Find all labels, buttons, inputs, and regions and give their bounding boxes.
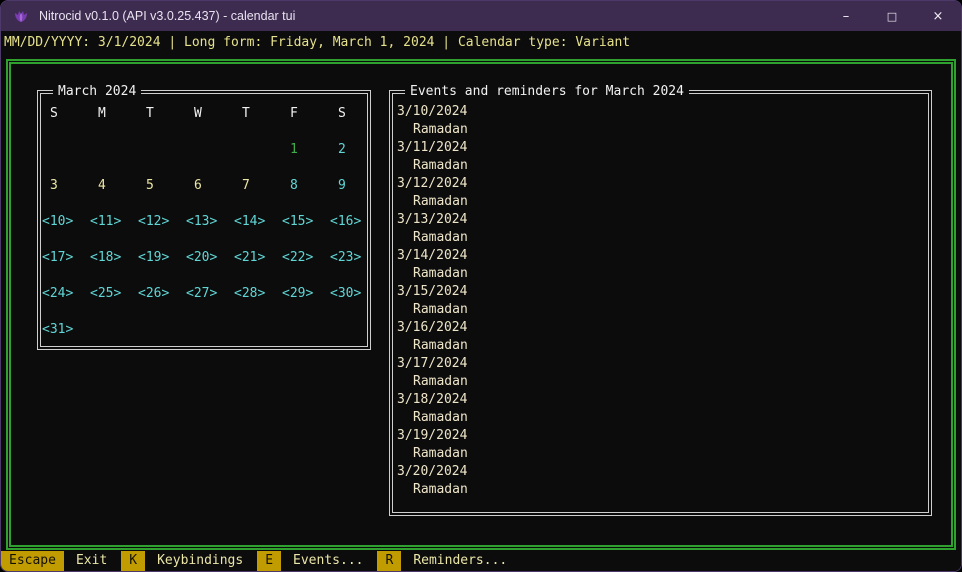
keybinding-key-e[interactable]: E [257, 551, 281, 571]
event-name: Ramadan [397, 193, 928, 211]
calendar-day[interactable]: <14> [234, 204, 282, 240]
calendar-day[interactable]: 2 [330, 132, 378, 168]
calendar-day[interactable]: <28> [234, 276, 282, 312]
event-date: 3/15/2024 [397, 283, 928, 301]
calendar-day[interactable]: 1 [282, 132, 330, 168]
window-controls: – □ × [823, 1, 961, 31]
calendar-day[interactable]: <16> [330, 204, 378, 240]
calendar-day[interactable]: <19> [138, 240, 186, 276]
title-bar[interactable]: Nitrocid v0.1.0 (API v3.0.25.437) - cale… [1, 1, 961, 31]
calendar-empty-cell [234, 312, 282, 348]
event-date: 3/11/2024 [397, 139, 928, 157]
date-status-line: MM/DD/YYYY: 3/1/2024 | Long form: Friday… [1, 31, 961, 57]
keybindings-bar: Escape Exit K Keybindings E Events... R Reminde… [1, 551, 961, 571]
calendar-day[interactable]: 8 [282, 168, 330, 204]
keybinding-key-r[interactable]: R [377, 551, 401, 571]
event-date: 3/18/2024 [397, 391, 928, 409]
keybinding-action-label: Reminders... [413, 551, 507, 571]
calendar-day[interactable]: 3 [42, 168, 90, 204]
calendar-day[interactable]: <21> [234, 240, 282, 276]
calendar-day[interactable]: <10> [42, 204, 90, 240]
calendar-empty-cell [42, 132, 90, 168]
minimize-button[interactable]: – [823, 1, 869, 31]
calendar-day[interactable]: <13> [186, 204, 234, 240]
calendar-day[interactable]: 6 [186, 168, 234, 204]
calendar-day-header: T [234, 96, 282, 132]
event-name: Ramadan [397, 445, 928, 463]
events-panel[interactable]: Events and reminders for March 2024 3/10… [389, 90, 932, 516]
terminal-area: March 2024 SMTWTFS123456789<10><11><12><… [1, 57, 961, 571]
calendar-day[interactable]: <30> [330, 276, 378, 312]
keybinding-key-escape[interactable]: Escape [1, 551, 64, 571]
event-name: Ramadan [397, 229, 928, 247]
calendar-empty-cell [90, 312, 138, 348]
calendar-panel[interactable]: March 2024 SMTWTFS123456789<10><11><12><… [37, 90, 371, 350]
event-name: Ramadan [397, 481, 928, 499]
calendar-empty-cell [282, 312, 330, 348]
events-list: 3/10/2024Ramadan3/11/2024Ramadan3/12/202… [393, 94, 928, 512]
calendar-day[interactable]: <23> [330, 240, 378, 276]
keybinding-action-label: Events... [293, 551, 363, 571]
calendar-empty-cell [234, 132, 282, 168]
event-name: Ramadan [397, 265, 928, 283]
calendar-day-header: S [42, 96, 90, 132]
maximize-button[interactable]: □ [869, 1, 915, 31]
calendar-day[interactable]: <31> [42, 312, 90, 348]
calendar-day[interactable]: <15> [282, 204, 330, 240]
calendar-day-header: F [282, 96, 330, 132]
keybinding-action-label: Keybindings [157, 551, 243, 571]
event-name: Ramadan [397, 373, 928, 391]
calendar-empty-cell [138, 132, 186, 168]
calendar-empty-cell [186, 312, 234, 348]
keybinding-key-k[interactable]: K [121, 551, 145, 571]
event-date: 3/17/2024 [397, 355, 928, 373]
keybinding-action-label: Exit [76, 551, 107, 571]
calendar-day[interactable]: <24> [42, 276, 90, 312]
window-title: Nitrocid v0.1.0 (API v3.0.25.437) - cale… [39, 9, 295, 23]
calendar-day[interactable]: 5 [138, 168, 186, 204]
event-name: Ramadan [397, 337, 928, 355]
event-date: 3/12/2024 [397, 175, 928, 193]
calendar-day[interactable]: 9 [330, 168, 378, 204]
close-button[interactable]: × [915, 1, 961, 31]
event-date: 3/14/2024 [397, 247, 928, 265]
calendar-day[interactable]: <12> [138, 204, 186, 240]
calendar-day-header: S [330, 96, 378, 132]
calendar-day[interactable]: <29> [282, 276, 330, 312]
calendar-empty-cell [138, 312, 186, 348]
event-date: 3/13/2024 [397, 211, 928, 229]
calendar-day[interactable]: <20> [186, 240, 234, 276]
calendar-empty-cell [186, 132, 234, 168]
event-date: 3/20/2024 [397, 463, 928, 481]
calendar-day[interactable]: 4 [90, 168, 138, 204]
calendar-day[interactable]: <26> [138, 276, 186, 312]
event-date: 3/16/2024 [397, 319, 928, 337]
event-name: Ramadan [397, 409, 928, 427]
event-date: 3/19/2024 [397, 427, 928, 445]
calendar-day[interactable]: <27> [186, 276, 234, 312]
calendar-grid: SMTWTFS123456789<10><11><12><13><14><15>… [42, 96, 378, 348]
calendar-day[interactable]: <17> [42, 240, 90, 276]
calendar-day-header: T [138, 96, 186, 132]
event-name: Ramadan [397, 157, 928, 175]
calendar-day[interactable]: <25> [90, 276, 138, 312]
calendar-empty-cell [90, 132, 138, 168]
event-date: 3/10/2024 [397, 103, 928, 121]
event-name: Ramadan [397, 301, 928, 319]
calendar-day[interactable]: <11> [90, 204, 138, 240]
event-name: Ramadan [397, 121, 928, 139]
calendar-day[interactable]: <22> [282, 240, 330, 276]
calendar-day[interactable]: 7 [234, 168, 282, 204]
calendar-day[interactable]: <18> [90, 240, 138, 276]
nitrocid-logo-icon [13, 8, 29, 24]
calendar-day-header: M [90, 96, 138, 132]
app-window: Nitrocid v0.1.0 (API v3.0.25.437) - cale… [0, 0, 962, 572]
calendar-day-header: W [186, 96, 234, 132]
calendar-empty-cell [330, 312, 378, 348]
